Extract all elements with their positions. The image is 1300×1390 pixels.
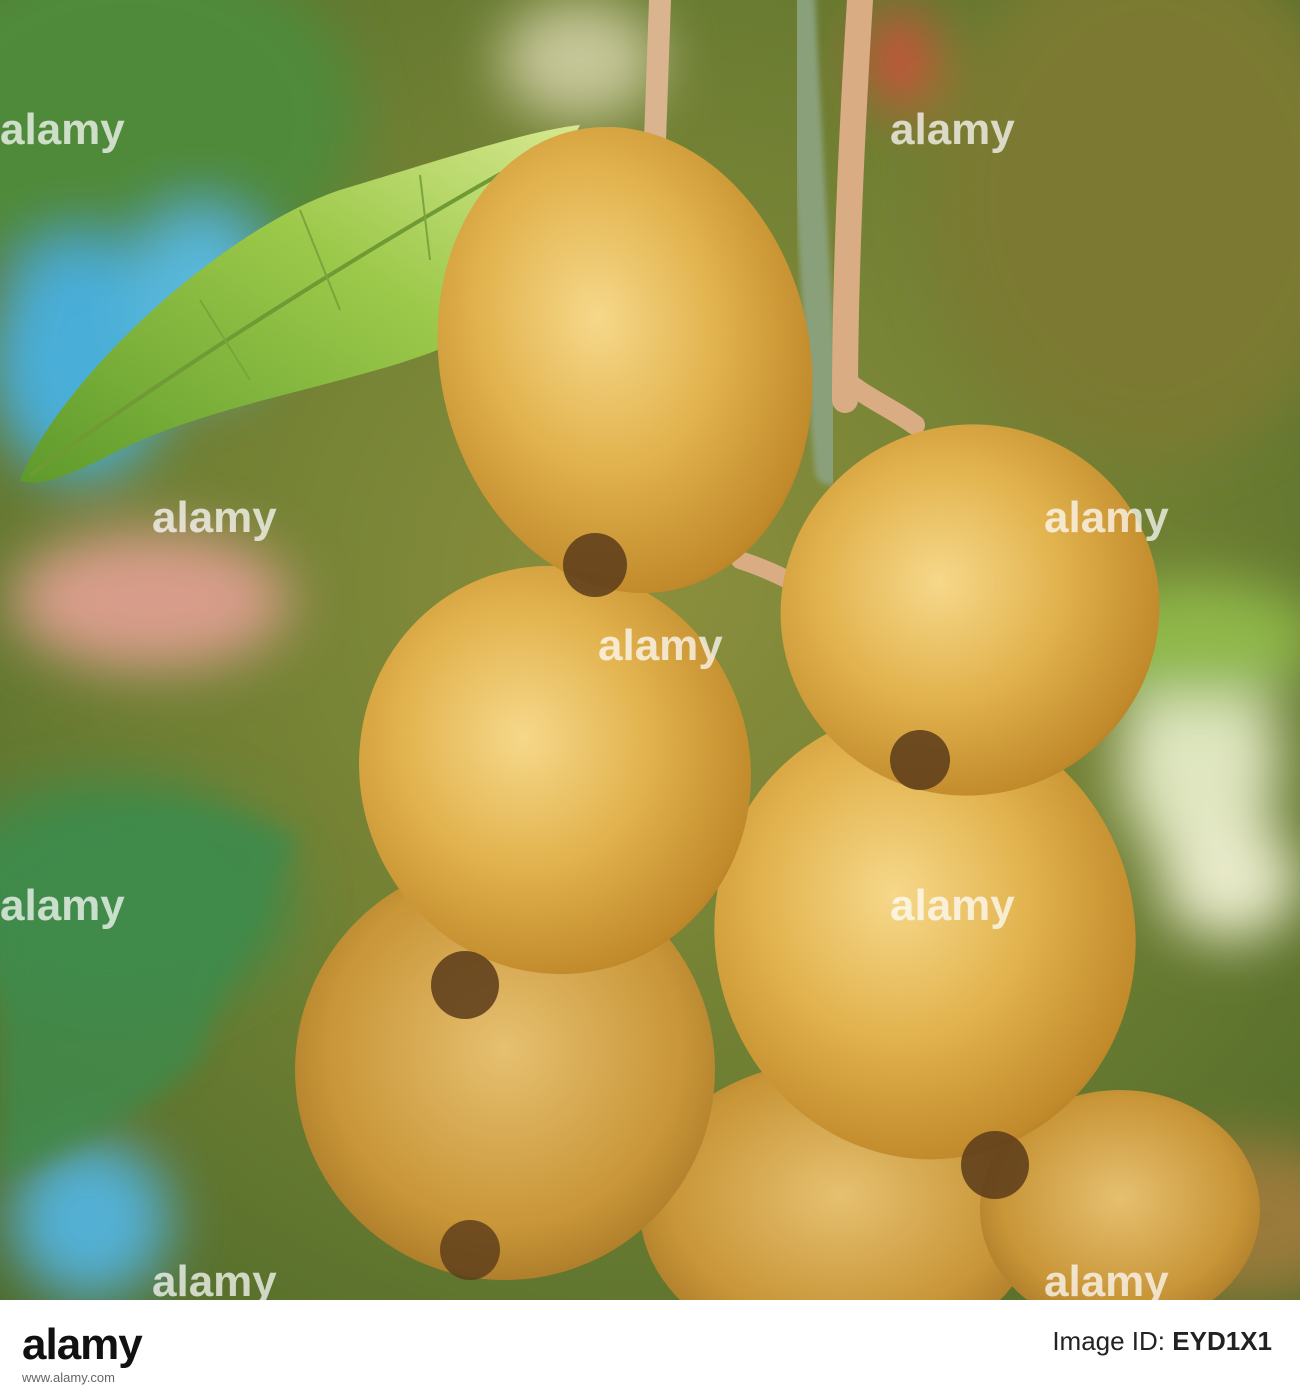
watermark-text: alamy	[152, 493, 277, 542]
footer-bar: alamy Image ID: EYD1X1 www.alamy.com	[0, 1300, 1300, 1390]
brand-logo: alamy	[22, 1320, 143, 1369]
watermark-text: alamy	[152, 1257, 277, 1300]
kiwi-photo: alamy alamy alamy alamy alamy alamy alam…	[0, 0, 1300, 1300]
watermark-text: alamy	[0, 881, 125, 930]
watermark-text: alamy	[890, 105, 1015, 154]
watermark-text: alamy	[1044, 1257, 1169, 1300]
watermark-text: alamy	[890, 881, 1015, 930]
image-id-value: EYD1X1	[1172, 1326, 1272, 1356]
image-id-label: Image ID:	[1052, 1326, 1166, 1356]
watermark-text: alamy	[1044, 493, 1169, 542]
watermark-text: alamy	[598, 621, 723, 670]
site-url: www.alamy.com	[22, 1370, 115, 1385]
watermark-text: alamy	[0, 105, 125, 154]
image-id-text: Image ID: EYD1X1	[1052, 1326, 1272, 1357]
